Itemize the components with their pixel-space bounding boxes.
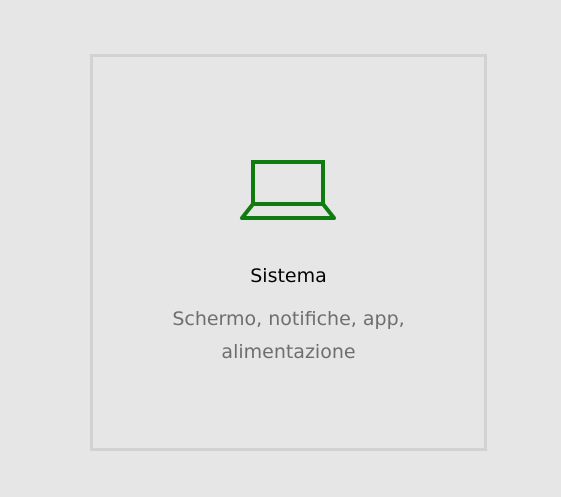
system-settings-tile[interactable]: Sistema Schermo, notifiche, app, aliment… [90,54,487,451]
tile-description-line-1: Schermo, notifiche, app, [172,308,405,330]
tile-title: Sistema [250,265,327,287]
settings-page: { "tile": { "title": "Sistema", "descrip… [0,0,561,497]
laptop-icon [238,159,338,223]
tile-description-line-2: alimentazione [221,341,356,363]
tile-description: Schermo, notifiche, app, alimentazione [93,303,484,369]
